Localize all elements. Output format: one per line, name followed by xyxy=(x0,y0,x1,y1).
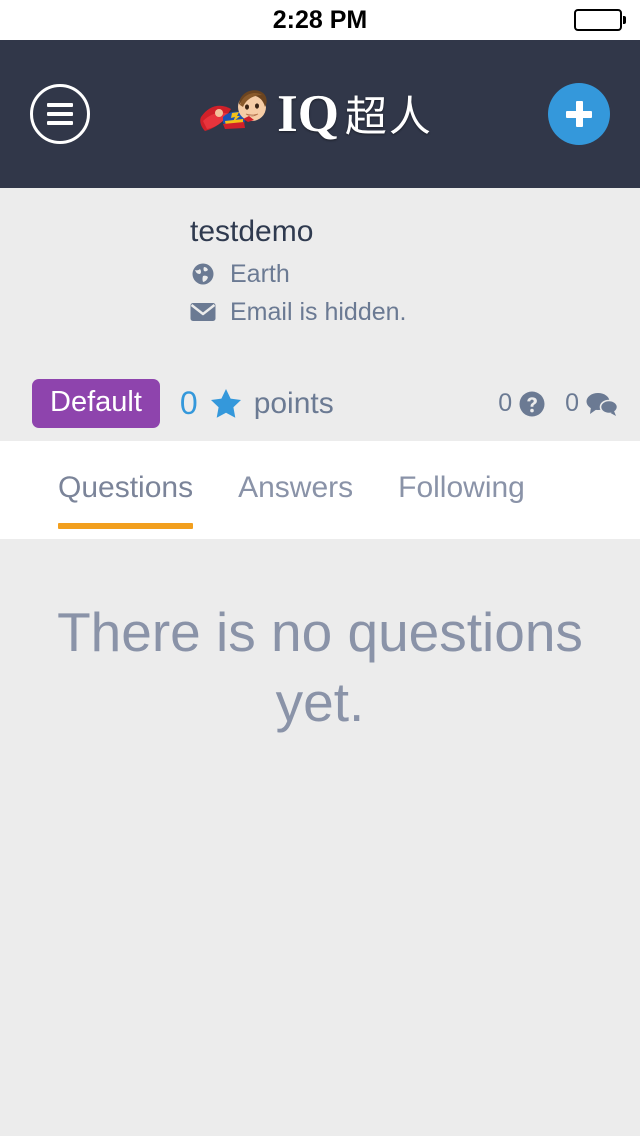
app-header: IQ 超人 xyxy=(0,40,640,188)
star-icon xyxy=(210,389,241,418)
profile-location-text: Earth xyxy=(230,260,290,288)
tab-answers-label: Answers xyxy=(238,470,354,504)
answers-count: 0 xyxy=(565,389,579,417)
profile-location-row: Earth xyxy=(190,256,640,292)
hamburger-menu-icon[interactable] xyxy=(30,84,90,144)
flying-superhero-boy-icon xyxy=(200,90,267,131)
profile-stats-row: Default 0 points 0 0 xyxy=(0,331,640,441)
logo-wordmark: IQ 超人 xyxy=(277,84,433,143)
tab-bar: Questions Answers Following xyxy=(0,440,640,539)
tab-questions[interactable]: Questions xyxy=(58,470,194,529)
status-bar: 2:28 PM xyxy=(0,0,640,40)
question-circle-icon xyxy=(519,391,545,416)
status-bar-clock: 2:28 PM xyxy=(272,5,368,34)
profile-username: testdemo xyxy=(190,215,314,248)
tab-following-label: Following xyxy=(398,470,525,504)
profile-email-row: Email is hidden. xyxy=(190,294,640,330)
profile-section: testdemo Earth Email is hidden. Default … xyxy=(0,188,640,441)
plus-icon[interactable] xyxy=(548,83,610,145)
points-label: points xyxy=(253,386,334,420)
tab-answers[interactable]: Answers xyxy=(238,470,354,529)
profile-email-text: Email is hidden. xyxy=(230,298,407,327)
profile-info: testdemo Earth Email is hidden. xyxy=(0,214,640,331)
content-area: There is no questions yet. xyxy=(0,538,640,1102)
app-logo[interactable]: IQ 超人 xyxy=(84,83,548,145)
battery-full-icon xyxy=(573,9,626,31)
empty-state-message: There is no questions yet. xyxy=(57,600,583,733)
answers-counter: 0 xyxy=(565,389,618,418)
points-value: 0 xyxy=(179,385,198,421)
questions-count: 0 xyxy=(498,389,513,417)
comments-icon xyxy=(586,392,618,416)
tab-questions-label: Questions xyxy=(58,470,194,504)
globe-icon xyxy=(190,262,216,286)
logo-text-latin: IQ xyxy=(277,84,339,143)
profile-counters: 0 0 xyxy=(498,389,618,418)
tab-following[interactable]: Following xyxy=(398,470,525,529)
envelope-icon xyxy=(190,302,216,322)
logo-text-cjk: 超人 xyxy=(344,91,433,141)
status-badge: Default xyxy=(32,379,160,428)
questions-counter: 0 xyxy=(498,389,545,418)
points-group: 0 points xyxy=(180,385,334,422)
